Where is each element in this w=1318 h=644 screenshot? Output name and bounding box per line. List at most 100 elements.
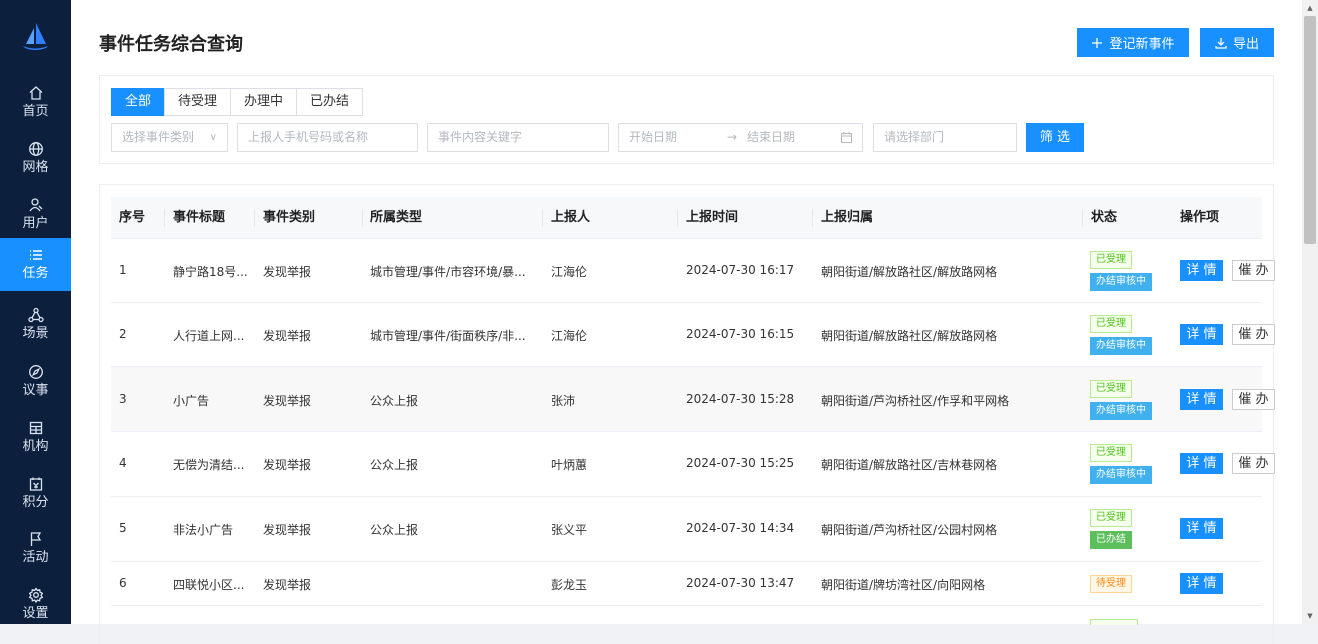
- tab-processing[interactable]: 办理中: [230, 88, 298, 116]
- main-content: 事件任务综合查询 登记新事件 导出 全部 待受理 办理中 已办结 选择事件类别 …: [71, 0, 1302, 644]
- register-event-button[interactable]: 登记新事件: [1077, 28, 1189, 57]
- status-badge: 已受理: [1090, 509, 1132, 527]
- urge-button[interactable]: 催 办: [1232, 324, 1275, 345]
- sidebar-item-tasks[interactable]: 任务: [0, 238, 71, 291]
- sidebar-item-organization[interactable]: 机构: [0, 411, 71, 464]
- sidebar-item-settings[interactable]: 设置: [0, 578, 71, 631]
- table-header: 序号 事件标题 事件类别 所属类型 上报人 上报时间 上报归属 状态 操作项: [111, 197, 1262, 239]
- sidebar-item-discussion[interactable]: 议事: [0, 355, 71, 408]
- reporter-input[interactable]: 上报人手机号码或名称: [237, 123, 418, 152]
- column-divider: [1082, 209, 1083, 227]
- globe-icon: [28, 142, 43, 156]
- filter-button[interactable]: 筛 选: [1026, 123, 1084, 152]
- keyword-placeholder: 事件内容关键字: [438, 130, 523, 144]
- sidebar-item-activities[interactable]: 活动: [0, 522, 71, 575]
- table-row: 6 四联悦小区... 发现举报 彭龙玉 2024-07-30 13:47 朝阳街…: [111, 562, 1262, 606]
- scrollbar-thumb[interactable]: [1304, 16, 1316, 244]
- cell-category: 发现举报: [263, 523, 312, 537]
- cell-belong: 朝阳街道/牌坊湾社区/向阳网格: [821, 578, 986, 592]
- cell-title: 非法小广告: [173, 523, 234, 537]
- download-icon: [1215, 37, 1227, 49]
- cell-title: 静宁路18号...: [173, 265, 248, 279]
- urge-button[interactable]: 催 办: [1232, 453, 1275, 474]
- sidebar-item-label: 设置: [22, 606, 49, 621]
- page-scrollbar[interactable]: ▲ ▼: [1302, 0, 1318, 624]
- chevron-down-icon: ∨: [209, 132, 217, 143]
- tab-completed[interactable]: 已办结: [296, 88, 364, 116]
- table-row: 1 静宁路18号... 发现举报 城市管理/事件/市容环境/暴... 江海伦 2…: [111, 239, 1275, 303]
- user-icon: [28, 198, 42, 212]
- calendar-icon: [841, 132, 852, 143]
- export-label: 导出: [1232, 37, 1259, 52]
- detail-button[interactable]: 详 情: [1180, 260, 1223, 281]
- cell-no: 5: [119, 521, 127, 535]
- cell-no: 1: [119, 263, 127, 277]
- category-select[interactable]: 选择事件类别 ∨: [111, 123, 228, 152]
- keyword-input[interactable]: 事件内容关键字: [427, 123, 609, 152]
- sidebar-item-points[interactable]: 积分: [0, 467, 71, 520]
- cell-type: 公众上报: [370, 458, 419, 472]
- scroll-up-arrow-icon[interactable]: ▲: [1306, 4, 1314, 12]
- column-header-actions: 操作项: [1180, 210, 1220, 225]
- date-range-arrow: →: [727, 130, 738, 144]
- cell-belong: 朝阳街道/解放路社区/解放路网格: [821, 329, 998, 343]
- department-select[interactable]: 请选择部门: [873, 123, 1017, 152]
- sidebar: 首页 网格 用户 任务 场景 议事 机构 积分 活动 设置: [0, 0, 71, 624]
- cell-title: 人行道上网...: [173, 329, 245, 343]
- cell-belong: 朝阳街道/芦沟桥社区/作孚和平网格: [821, 394, 1010, 408]
- gear-icon: [28, 587, 43, 603]
- cell-category: 发现举报: [263, 329, 312, 343]
- cell-title: 无偿为清结...: [173, 458, 245, 472]
- sidebar-item-label: 场景: [22, 326, 49, 341]
- status-badge: 待受理: [1090, 575, 1132, 593]
- tab-pending[interactable]: 待受理: [164, 88, 232, 116]
- column-divider: [362, 209, 363, 227]
- cell-reporter: 江海伦: [551, 329, 588, 343]
- cell-time: 2024-07-30 15:28: [686, 392, 795, 406]
- sailboat-logo-icon: [23, 23, 48, 50]
- cell-time: 2024-07-30 16:15: [686, 327, 795, 341]
- detail-button[interactable]: 详 情: [1180, 518, 1223, 539]
- scroll-down-arrow-icon[interactable]: ▼: [1306, 612, 1314, 620]
- detail-button[interactable]: 详 情: [1180, 573, 1223, 594]
- plus-icon: [1092, 37, 1103, 48]
- cell-reporter: 彭龙玉: [551, 578, 588, 592]
- sidebar-item-users[interactable]: 用户: [0, 188, 71, 241]
- cell-no: 3: [119, 392, 127, 406]
- cell-belong: 朝阳街道/解放路社区/解放路网格: [821, 265, 998, 279]
- status-badge: 已受理: [1090, 380, 1132, 398]
- status-badge: 已办结: [1090, 531, 1132, 549]
- urge-button[interactable]: 催 办: [1232, 389, 1275, 410]
- sidebar-item-label: 机构: [22, 439, 49, 454]
- date-range-picker[interactable]: 开始日期 → 结束日期: [618, 123, 863, 152]
- export-button[interactable]: 导出: [1200, 28, 1274, 57]
- detail-button[interactable]: 详 情: [1180, 324, 1223, 345]
- table-row: 3 小广告 发现举报 公众上报 张沛 2024-07-30 15:28 朝阳街道…: [111, 367, 1275, 432]
- sidebar-item-home[interactable]: 首页: [0, 76, 71, 129]
- column-divider: [812, 209, 813, 227]
- detail-button[interactable]: 详 情: [1180, 389, 1223, 410]
- cell-type: 公众上报: [370, 394, 419, 408]
- sidebar-item-grid[interactable]: 网格: [0, 132, 71, 185]
- status-badge: 办结审核中: [1090, 273, 1152, 291]
- list-icon: [29, 250, 42, 260]
- detail-button[interactable]: 详 情: [1180, 453, 1223, 474]
- cell-reporter: 江海伦: [551, 265, 588, 279]
- status-badge: 办结审核中: [1090, 466, 1152, 484]
- column-header-reporter: 上报人: [551, 210, 591, 225]
- cell-title: 四联悦小区...: [173, 578, 245, 592]
- tab-all[interactable]: 全部: [111, 88, 166, 116]
- sidebar-item-label: 任务: [22, 266, 49, 281]
- cell-no: 6: [119, 576, 127, 590]
- status-badge: 已受理: [1090, 251, 1132, 269]
- column-header-time: 上报时间: [686, 210, 739, 225]
- cell-no: 2: [119, 327, 127, 341]
- status-badge: 办结审核中: [1090, 402, 1152, 420]
- sidebar-item-label: 网格: [22, 160, 49, 175]
- status-tabs: 全部 待受理 办理中 已办结: [111, 88, 364, 116]
- reporter-placeholder: 上报人手机号码或名称: [248, 130, 369, 144]
- sidebar-item-label: 议事: [22, 383, 49, 398]
- column-divider: [254, 209, 255, 227]
- sidebar-item-scenes[interactable]: 场景: [0, 298, 71, 351]
- urge-button[interactable]: 催 办: [1232, 260, 1275, 281]
